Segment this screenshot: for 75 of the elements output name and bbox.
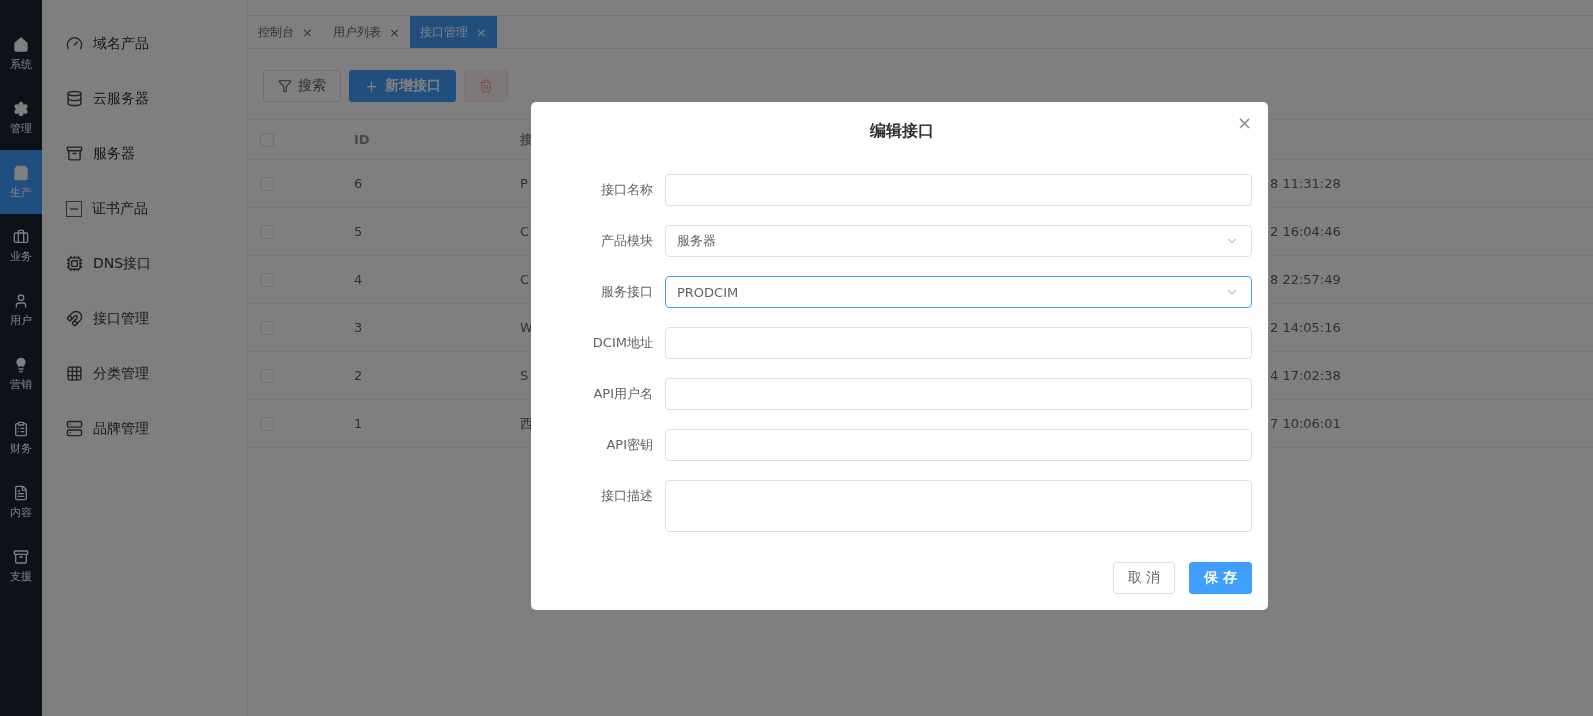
nav-icon: [13, 292, 29, 309]
field-label: 服务接口: [600, 283, 654, 301]
filter-icon: [278, 79, 292, 93]
select-field[interactable]: PRODCIM: [665, 276, 1252, 308]
menu-icon: [66, 255, 83, 272]
field-label: 接口名称: [600, 181, 654, 199]
nav-item[interactable]: 管理: [0, 86, 42, 150]
nav-icon: [13, 228, 29, 245]
field-label: API用户名: [592, 385, 654, 403]
nav-icon: [13, 420, 29, 437]
select-field[interactable]: 服务器: [665, 225, 1252, 257]
input-field[interactable]: [665, 429, 1252, 461]
nav-icon: [13, 100, 29, 117]
table-cell: 6: [354, 176, 363, 191]
field-label: DCIM地址: [591, 334, 654, 352]
field-label: 接口描述: [600, 487, 654, 505]
menu-icon: [66, 145, 83, 162]
table-cell: 3: [354, 320, 363, 335]
table-cell: C: [520, 224, 530, 239]
table-cell: 2: [354, 368, 363, 383]
menu-icon: [66, 35, 83, 52]
nav-item[interactable]: 支援: [0, 534, 42, 598]
menu-icon: [66, 90, 83, 107]
nav-item[interactable]: 内容: [0, 470, 42, 534]
nav-item[interactable]: 业务: [0, 214, 42, 278]
nav-icon: [13, 484, 29, 501]
nav-icon: [13, 548, 29, 565]
trash-icon: [479, 79, 493, 93]
nav-icon: [13, 356, 29, 373]
table-cell: P: [520, 176, 528, 191]
dialog-title: 编辑接口: [869, 120, 934, 142]
input-field[interactable]: [665, 378, 1252, 410]
table-cell: 2 14:05:16: [1270, 320, 1341, 335]
menu-item[interactable]: 域名产品: [42, 16, 247, 71]
cancel-button[interactable]: 取 消: [1112, 562, 1176, 594]
menu-icon: [66, 420, 83, 437]
menu-item[interactable]: 分类管理: [42, 346, 247, 401]
menu-icon: [66, 310, 83, 327]
nav-item[interactable]: 营销: [0, 342, 42, 406]
nav-item[interactable]: 系统: [0, 22, 42, 86]
table-cell: 西: [520, 414, 533, 433]
table-cell: 2 16:04:46: [1270, 224, 1341, 239]
table-cell: 7 10:06:01: [1270, 416, 1341, 431]
search-button[interactable]: 搜索: [263, 70, 341, 102]
nav-item[interactable]: 用户: [0, 278, 42, 342]
save-button[interactable]: 保 存: [1189, 562, 1252, 594]
table-cell: 4 17:02:38: [1270, 368, 1341, 383]
nav-item[interactable]: 财务: [0, 406, 42, 470]
table-cell: C: [520, 272, 530, 287]
textarea-field[interactable]: [665, 480, 1252, 532]
menu-item[interactable]: DNS接口: [42, 236, 247, 291]
input-field[interactable]: [665, 174, 1252, 206]
menu-item[interactable]: 云服务器: [42, 71, 247, 126]
table-cell: 1: [354, 416, 363, 431]
field-label: API密钥: [605, 436, 654, 454]
tab[interactable]: 控制台 ×: [248, 16, 323, 48]
table-cell: S: [520, 368, 529, 383]
table-cell: 5: [354, 224, 363, 239]
close-icon[interactable]: ×: [302, 24, 313, 40]
close-icon[interactable]: ×: [388, 24, 400, 40]
menu-item[interactable]: 品牌管理: [42, 401, 247, 456]
menu-item[interactable]: 接口管理: [42, 291, 247, 346]
certificate-icon: [66, 200, 82, 217]
tab[interactable]: 用户列表 ×: [322, 16, 410, 48]
plus-icon: [364, 78, 379, 94]
input-field[interactable]: [665, 327, 1252, 359]
table-cell: 8 22:57:49: [1270, 272, 1341, 287]
field-label: 产品模块: [600, 232, 654, 250]
table-cell: 8 11:31:28: [1270, 176, 1341, 191]
nav-icon: [13, 36, 29, 53]
table-cell: 4: [354, 272, 363, 287]
menu-item[interactable]: 证书产品: [42, 181, 247, 236]
nav-icon: [13, 164, 29, 181]
menu-item[interactable]: 服务器: [42, 126, 247, 181]
menu-icon: [66, 365, 83, 382]
